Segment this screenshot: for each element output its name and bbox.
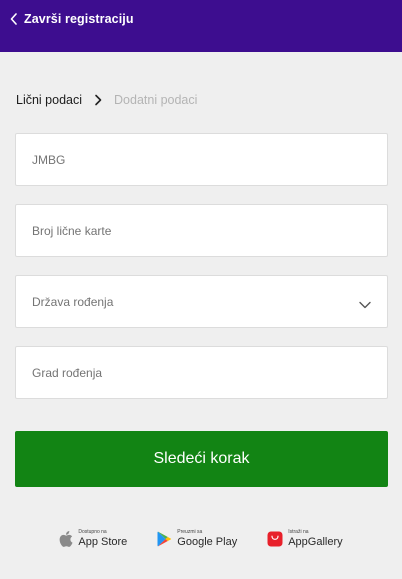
chevron-right-icon xyxy=(94,94,102,106)
jmbg-field[interactable]: JMBG xyxy=(15,133,388,186)
jmbg-placeholder: JMBG xyxy=(32,152,66,167)
appgallery-link[interactable]: Istraži na AppGallery xyxy=(267,529,343,548)
google-play-link[interactable]: Preuzmi sa Google Play xyxy=(157,530,237,548)
huawei-appgallery-icon xyxy=(267,531,283,547)
next-step-button[interactable]: Sledeći korak xyxy=(15,431,388,487)
header-title: Završi registraciju xyxy=(24,12,134,26)
step-breadcrumb: Lični podaci Dodatni podaci xyxy=(16,93,197,107)
country-of-birth-placeholder: Država rođenja xyxy=(32,294,114,309)
city-of-birth-field[interactable]: Grad rođenja xyxy=(15,346,388,399)
step-current: Lični podaci xyxy=(16,93,83,107)
step-next: Dodatni podaci xyxy=(114,93,198,107)
id-card-number-placeholder: Broj lične karte xyxy=(32,223,112,238)
chevron-left-icon xyxy=(10,13,18,25)
app-store-links: Dostupno na App Store Preuzmi sa Google … xyxy=(0,530,402,548)
app-header: Završi registraciju xyxy=(0,0,402,52)
chevron-down-icon xyxy=(359,296,371,314)
appgallery-caption: Istraži na xyxy=(288,529,309,535)
country-of-birth-select[interactable]: Država rođenja xyxy=(15,275,388,328)
apple-icon xyxy=(59,531,73,547)
appgallery-name: AppGallery xyxy=(288,536,343,548)
app-store-link[interactable]: Dostupno na App Store xyxy=(59,530,127,548)
google-play-caption: Preuzmi sa xyxy=(177,529,203,535)
id-card-number-field[interactable]: Broj lične karte xyxy=(15,204,388,257)
back-button[interactable]: Završi registraciju xyxy=(10,12,134,26)
google-play-name: Google Play xyxy=(177,536,238,548)
city-of-birth-placeholder: Grad rođenja xyxy=(32,365,103,380)
app-store-name: App Store xyxy=(78,536,128,548)
app-store-caption: Dostupno na xyxy=(78,529,107,535)
google-play-icon xyxy=(157,531,172,547)
